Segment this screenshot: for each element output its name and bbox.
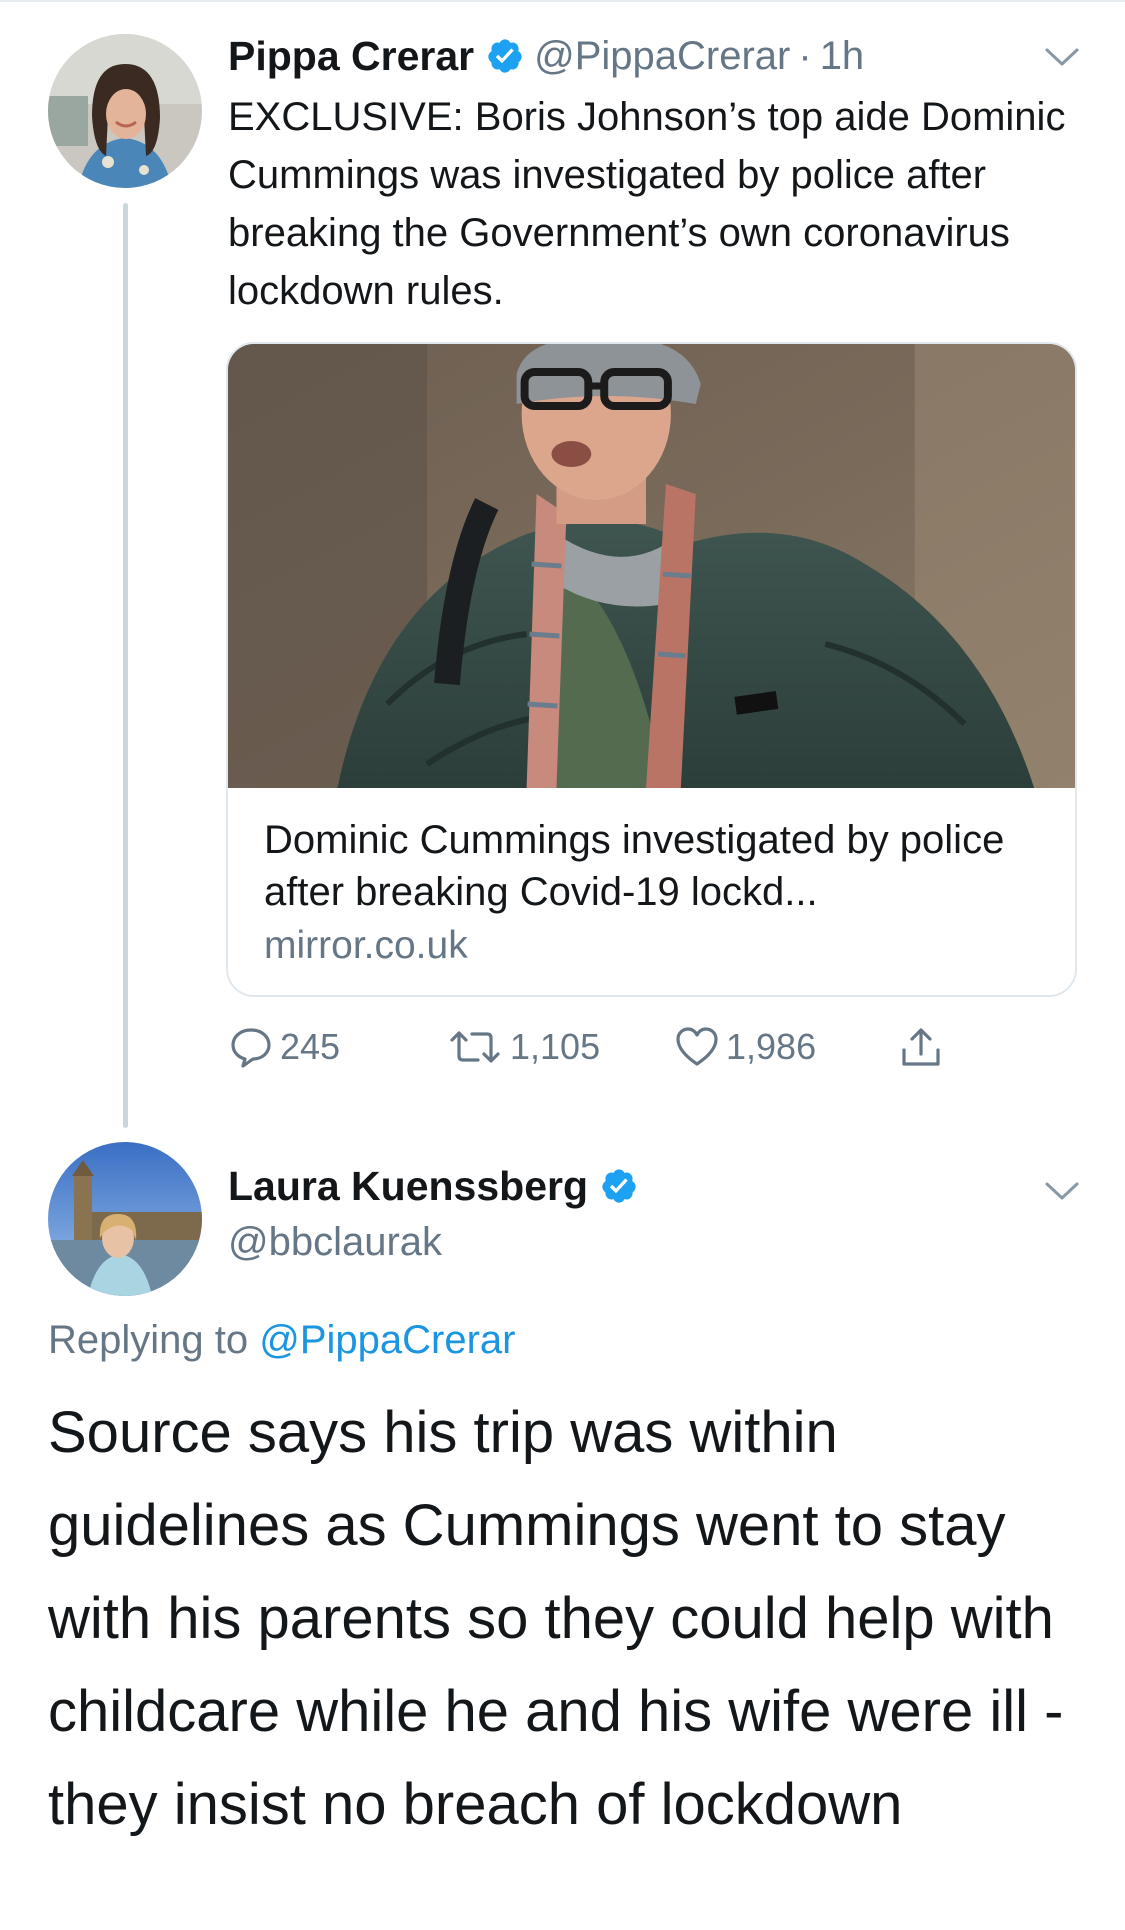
card-domain: mirror.co.uk [264, 924, 468, 967]
tweet1-handle[interactable]: @PippaCrerar [534, 34, 790, 79]
share-icon [898, 1024, 944, 1070]
reply-count: 245 [280, 1026, 341, 1067]
bottom-edge [0, 1901, 1125, 1930]
tweet1-author-name[interactable]: Pippa Crerar [228, 33, 474, 80]
card-title: Dominic Cummings investigated by police … [264, 818, 1005, 914]
tweet1-separator: · [798, 33, 812, 78]
tweet1-header: Pippa Crerar @PippaCrerar · 1h [228, 28, 864, 84]
retweet-icon [446, 1024, 504, 1070]
card-body: Dominic Cummings investigated by police … [264, 814, 1044, 972]
tweet2-text: Source says his trip was within guidelin… [48, 1400, 1064, 1837]
like-button[interactable]: 1,986 [674, 1022, 816, 1072]
avatar-pippa-image [48, 34, 202, 188]
verified-badge-icon [486, 37, 524, 75]
tweet2-handle[interactable]: @bbclaurak [228, 1214, 442, 1270]
retweet-button[interactable]: 1,105 [446, 1022, 600, 1072]
replying-to-mention[interactable]: @PippaCrerar [259, 1318, 515, 1362]
avatar-laura-kuenssberg[interactable] [48, 1142, 202, 1296]
replying-to-label: Replying to [48, 1318, 249, 1362]
card-image [228, 344, 1075, 788]
retweet-count: 1,105 [510, 1026, 601, 1067]
verified-badge-icon [600, 1167, 638, 1205]
heart-icon [674, 1024, 720, 1070]
tweet1-timestamp[interactable]: 1h [820, 34, 865, 79]
link-preview-card[interactable]: Dominic Cummings investigated by police … [226, 342, 1077, 997]
tweet2-header: Laura Kuenssberg [228, 1158, 648, 1214]
tweet1-text: EXCLUSIVE: Boris Johnson’s top aide Domi… [228, 95, 1066, 313]
tweet2-author-name[interactable]: Laura Kuenssberg [228, 1163, 588, 1210]
tweet2-text-viewport: Source says his trip was within guidelin… [0, 1380, 1125, 1901]
share-button[interactable] [898, 1022, 950, 1072]
replying-to-line: Replying to @PippaCrerar [48, 1312, 516, 1368]
avatar-pippa-crerar[interactable] [48, 34, 202, 188]
top-divider [0, 0, 1125, 2]
chevron-down-icon[interactable] [1044, 46, 1080, 68]
reply-bubble-icon [228, 1024, 274, 1070]
chevron-down-icon[interactable] [1044, 1180, 1080, 1202]
thread-connector-line [123, 203, 128, 1128]
like-count: 1,986 [726, 1026, 817, 1067]
reply-button[interactable]: 245 [228, 1022, 340, 1072]
avatar-laura-image [48, 1142, 202, 1296]
